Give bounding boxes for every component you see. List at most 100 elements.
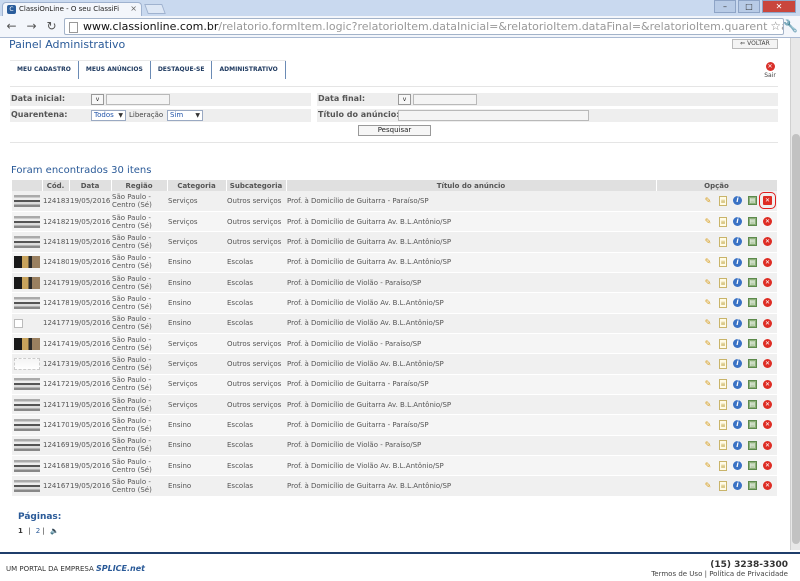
data-final-picker-button[interactable]: v: [398, 94, 411, 105]
document-icon[interactable]: ≡: [719, 257, 727, 268]
ad-thumbnail[interactable]: [14, 296, 40, 309]
delete-icon[interactable]: ✕: [763, 339, 772, 349]
delete-icon[interactable]: ✕: [763, 359, 772, 369]
document-icon[interactable]: ≡: [719, 195, 727, 206]
document-icon[interactable]: ≡: [719, 379, 727, 390]
pencil-icon[interactable]: ✎: [703, 237, 713, 247]
list-icon[interactable]: ▤: [748, 461, 757, 471]
list-icon[interactable]: ▤: [748, 420, 757, 430]
list-icon[interactable]: ▤: [748, 257, 757, 267]
ad-thumbnail[interactable]: [14, 194, 40, 207]
list-icon[interactable]: ▤: [748, 359, 757, 369]
info-icon[interactable]: i: [733, 257, 742, 267]
document-icon[interactable]: ≡: [719, 318, 727, 329]
pencil-icon[interactable]: ✎: [703, 379, 713, 389]
pencil-icon[interactable]: ✎: [703, 298, 713, 308]
delete-icon[interactable]: ✕: [759, 192, 776, 210]
delete-icon[interactable]: ✕: [763, 237, 772, 247]
delete-icon[interactable]: ✕: [763, 379, 772, 389]
pencil-icon[interactable]: ✎: [703, 461, 713, 471]
ad-thumbnail[interactable]: [14, 337, 40, 350]
info-icon[interactable]: i: [733, 359, 742, 369]
document-icon[interactable]: ≡: [719, 236, 727, 247]
wrench-menu-icon[interactable]: 🔧: [783, 19, 798, 33]
address-bar[interactable]: www.classionline.com.br/relatorio.formIt…: [64, 18, 784, 35]
data-inicial-picker-button[interactable]: v: [91, 94, 104, 105]
pencil-icon[interactable]: ✎: [703, 318, 713, 328]
titulo-input[interactable]: [398, 110, 589, 121]
terms-link[interactable]: Termos de Uso: [651, 570, 702, 578]
voltar-button[interactable]: ⇐ VOLTAR: [732, 39, 778, 49]
document-icon[interactable]: ≡: [719, 440, 727, 451]
info-icon[interactable]: i: [733, 481, 742, 491]
data-final-input[interactable]: [413, 94, 477, 105]
list-icon[interactable]: ▤: [748, 339, 757, 349]
reload-icon[interactable]: ↻: [44, 19, 59, 34]
scrollbar-thumb[interactable]: [792, 134, 800, 544]
pencil-icon[interactable]: ✎: [703, 217, 713, 227]
liberacao-select[interactable]: Sim ▼: [167, 110, 203, 121]
ad-thumbnail[interactable]: [14, 459, 40, 472]
tab-close-icon[interactable]: ×: [130, 4, 137, 13]
list-icon[interactable]: ▤: [748, 298, 757, 308]
list-icon[interactable]: ▤: [748, 237, 757, 247]
ad-thumbnail[interactable]: [14, 439, 40, 452]
delete-icon[interactable]: ✕: [763, 257, 772, 267]
browser-tab[interactable]: C ClassiOnLine - O seu ClassiFi ×: [2, 2, 142, 16]
info-icon[interactable]: i: [733, 379, 742, 389]
document-icon[interactable]: ≡: [719, 216, 727, 227]
info-icon[interactable]: i: [733, 440, 742, 450]
delete-icon[interactable]: ✕: [763, 440, 772, 450]
info-icon[interactable]: i: [733, 298, 742, 308]
document-icon[interactable]: ≡: [719, 460, 727, 471]
ad-thumbnail[interactable]: [14, 276, 40, 289]
info-icon[interactable]: i: [733, 217, 742, 227]
speaker-icon[interactable]: 🔈: [50, 527, 59, 535]
minimize-button[interactable]: –: [714, 0, 736, 13]
pencil-icon[interactable]: ✎: [703, 420, 713, 430]
list-icon[interactable]: ▤: [748, 379, 757, 389]
info-icon[interactable]: i: [733, 237, 742, 247]
pencil-icon[interactable]: ✎: [703, 440, 713, 450]
privacy-link[interactable]: Política de Privacidade: [709, 570, 788, 578]
ad-thumbnail[interactable]: [14, 318, 23, 328]
delete-icon[interactable]: ✕: [763, 298, 772, 308]
ad-thumbnail[interactable]: [14, 256, 40, 269]
info-icon[interactable]: i: [733, 420, 742, 430]
page-link-2[interactable]: 2: [36, 527, 40, 535]
list-icon[interactable]: ▤: [748, 196, 757, 206]
splice-logo[interactable]: SPLICE.net: [96, 564, 145, 573]
document-icon[interactable]: ≡: [719, 399, 727, 410]
maximize-button[interactable]: □: [738, 0, 760, 13]
nav-meus-anuncios[interactable]: MEUS ANÚNCIOS: [79, 61, 151, 79]
pencil-icon[interactable]: ✎: [703, 278, 713, 288]
ad-thumbnail[interactable]: [14, 215, 40, 228]
delete-icon[interactable]: ✕: [763, 481, 772, 491]
list-icon[interactable]: ▤: [748, 481, 757, 491]
sair-button[interactable]: ✕ Sair: [760, 62, 780, 79]
pencil-icon[interactable]: ✎: [703, 339, 713, 349]
delete-icon[interactable]: ✕: [763, 461, 772, 471]
document-icon[interactable]: ≡: [719, 419, 727, 430]
data-inicial-input[interactable]: [106, 94, 170, 105]
window-close-button[interactable]: ✕: [762, 0, 796, 13]
list-icon[interactable]: ▤: [748, 440, 757, 450]
list-icon[interactable]: ▤: [748, 400, 757, 410]
ad-thumbnail[interactable]: [14, 378, 40, 391]
info-icon[interactable]: i: [733, 318, 742, 328]
list-icon[interactable]: ▤: [748, 278, 757, 288]
back-icon[interactable]: ←: [4, 19, 19, 34]
ad-thumbnail[interactable]: [14, 418, 40, 431]
info-icon[interactable]: i: [733, 278, 742, 288]
pencil-icon[interactable]: ✎: [703, 359, 713, 369]
info-icon[interactable]: i: [733, 461, 742, 471]
pesquisar-button[interactable]: Pesquisar: [358, 125, 431, 136]
info-icon[interactable]: i: [733, 196, 742, 206]
info-icon[interactable]: i: [733, 400, 742, 410]
forward-icon[interactable]: →: [24, 19, 39, 34]
document-icon[interactable]: ≡: [719, 297, 727, 308]
document-icon[interactable]: ≡: [719, 358, 727, 369]
delete-icon[interactable]: ✕: [763, 420, 772, 430]
pencil-icon[interactable]: ✎: [703, 400, 713, 410]
pencil-icon[interactable]: ✎: [703, 481, 713, 491]
